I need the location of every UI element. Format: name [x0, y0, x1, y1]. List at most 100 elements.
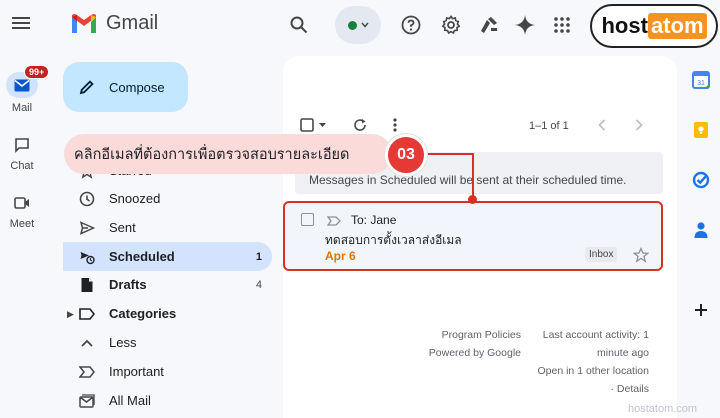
main-menu-icon[interactable]	[10, 14, 32, 36]
rail-mail[interactable]: 99+ Mail	[0, 65, 50, 114]
sparkle-icon	[515, 15, 535, 35]
nav-snoozed-label: Snoozed	[109, 191, 161, 206]
chevron-right-icon	[635, 119, 643, 131]
nav-scheduled-count: 1	[255, 250, 262, 263]
nav-categories[interactable]: Categories	[63, 299, 272, 328]
gemini-button[interactable]	[514, 14, 536, 36]
clock-icon	[79, 191, 95, 207]
help-icon	[401, 15, 421, 35]
rail-chat[interactable]: Chat	[0, 132, 44, 172]
active-status-icon	[347, 20, 357, 30]
keep-note-icon	[694, 122, 708, 138]
nav-less[interactable]: Less	[63, 328, 272, 357]
rail-chat-label: Chat	[10, 160, 34, 172]
nav-drafts-count: 4	[255, 278, 262, 291]
rail-meet-label: Meet	[9, 218, 35, 230]
nav-snoozed[interactable]: Snoozed	[63, 184, 272, 213]
checkbox-icon	[300, 118, 326, 132]
scheduled-send-icon	[79, 249, 95, 265]
powered-by-text: Powered by Google	[428, 347, 521, 359]
star-toggle-icon[interactable]	[632, 246, 650, 268]
chat-icon	[15, 138, 29, 153]
get-addons-button[interactable]	[691, 300, 711, 320]
search-icon	[290, 16, 308, 34]
email-subject: ทดสอบการตั้งเวลาส่งอีเมล	[325, 233, 462, 247]
nav-all-mail[interactable]: All Mail	[63, 386, 272, 415]
rail-mail-label: Mail	[11, 102, 33, 114]
email-label-chip[interactable]: Inbox	[585, 247, 618, 262]
email-scheduled-date: Apr 6	[325, 249, 356, 263]
instruction-text: คลิกอีเมลที่ต้องการเพื่อตรวจสอบรายละเอีย…	[74, 146, 350, 163]
callout-connector-dot	[468, 195, 477, 204]
gear-icon	[441, 15, 461, 35]
watermark: hostatom.com	[628, 403, 698, 415]
status-selector[interactable]	[335, 6, 381, 44]
activity-line-1: Last account activity: 1	[542, 329, 649, 341]
footer-links: Program Policies Powered by Google	[405, 326, 521, 362]
nav-sent[interactable]: Sent	[63, 213, 272, 242]
instruction-callout: คลิกอีเมลที่ต้องการเพื่อตรวจสอบรายละเอีย…	[64, 134, 392, 174]
newer-button[interactable]	[598, 118, 606, 136]
important-icon	[79, 364, 95, 380]
video-camera-icon	[14, 197, 29, 209]
older-button[interactable]	[635, 118, 643, 136]
mail-icon	[14, 79, 30, 91]
account-activity: Last account activity: 1 minute ago Open…	[527, 326, 650, 398]
nav-important[interactable]: Important	[63, 357, 272, 386]
email-recipient: To: Jane	[351, 213, 397, 227]
nav-drafts-label: Drafts	[109, 277, 147, 292]
gemini-tools-button[interactable]	[478, 14, 500, 36]
callout-connector-horizontal	[428, 153, 474, 155]
refresh-icon	[354, 119, 366, 131]
svg-text:31: 31	[697, 80, 705, 87]
activity-line-3: Open in 1 other location	[537, 365, 650, 377]
keep-app-button[interactable]	[691, 120, 711, 140]
nav-drafts[interactable]: Drafts 4	[63, 270, 272, 299]
contacts-app-button[interactable]	[691, 220, 711, 240]
all-mail-icon	[79, 393, 95, 409]
plus-icon	[695, 304, 707, 316]
program-policies-link[interactable]: Program Policies	[405, 326, 521, 344]
importance-marker-icon[interactable]	[326, 213, 341, 231]
apps-button[interactable]	[551, 14, 573, 36]
email-checkbox[interactable]	[301, 213, 314, 226]
message-list-panel: 1–1 of 1 Messages in Scheduled will be s…	[283, 56, 677, 418]
more-vert-icon	[393, 118, 397, 132]
scheduled-info-text: Messages in Scheduled will be sent at th…	[309, 173, 627, 187]
nav-sent-label: Sent	[109, 220, 136, 235]
compose-label: Compose	[109, 79, 165, 95]
activity-line-2: minute ago	[597, 347, 649, 359]
chevron-left-icon	[598, 119, 606, 131]
mail-unread-badge: 99+	[24, 65, 50, 79]
tasks-app-button[interactable]	[691, 170, 711, 190]
nav-scheduled-label: Scheduled	[109, 249, 175, 264]
support-button[interactable]	[400, 14, 422, 36]
gmail-logo[interactable]: Gmail	[70, 12, 158, 35]
pen-sparkle-icon	[481, 17, 497, 33]
chevron-up-icon	[79, 335, 95, 351]
left-rail: 99+ Mail Chat Meet	[0, 0, 50, 418]
more-options-button[interactable]	[393, 118, 397, 137]
activity-details-link[interactable]: · Details	[527, 380, 649, 398]
chevron-down-icon	[360, 22, 369, 28]
nav-scheduled[interactable]: Scheduled 1	[63, 242, 272, 271]
brand-part1: host	[601, 13, 648, 38]
settings-button[interactable]	[440, 14, 462, 36]
search-button[interactable]	[288, 14, 310, 36]
compose-button[interactable]: Compose	[63, 62, 188, 112]
email-row[interactable]: To: Jane ทดสอบการตั้งเวลาส่งอีเมล Apr 6 …	[283, 201, 663, 271]
contacts-person-icon	[694, 222, 708, 238]
calendar-icon: 31	[692, 71, 710, 89]
nav-categories-label: Categories	[109, 306, 177, 321]
pagination-count: 1–1 of 1	[529, 120, 569, 132]
nav-less-label: Less	[109, 335, 137, 350]
tasks-check-icon	[692, 171, 710, 189]
calendar-app-button[interactable]: 31	[691, 70, 711, 90]
draft-icon	[79, 277, 95, 293]
nav-important-label: Important	[109, 364, 164, 379]
step-number-badge: 03	[385, 134, 427, 176]
apps-grid-icon	[554, 17, 570, 33]
rail-meet[interactable]: Meet	[0, 190, 44, 230]
pencil-icon	[79, 80, 94, 95]
gmail-m-icon	[72, 13, 96, 33]
